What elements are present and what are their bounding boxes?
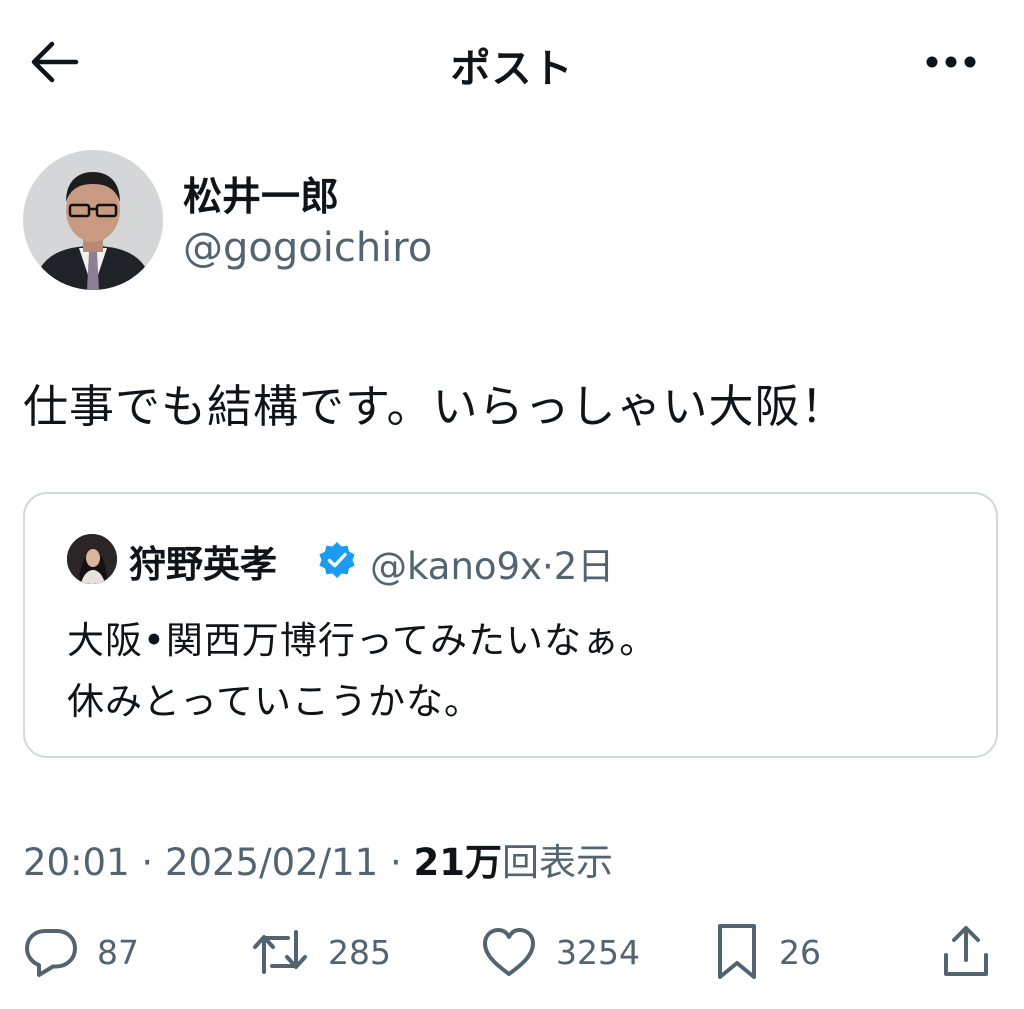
author-handle[interactable]: @gogoichiro <box>183 225 432 271</box>
post-text: 仕事でも結構です。いらっしゃい大阪！ <box>23 380 847 433</box>
quoted-display-name: 狩野英孝 <box>129 543 277 586</box>
quoted-meta: @kano9x·2日 <box>370 536 614 590</box>
top-bar: ポスト <box>0 0 1024 125</box>
more-options-button[interactable] <box>918 38 984 86</box>
like-button[interactable]: 3254 <box>480 920 640 984</box>
like-count: 3254 <box>556 932 640 972</box>
avatar[interactable] <box>23 150 163 290</box>
meta-separator: · <box>141 841 154 884</box>
post-date: 2025/02/11 <box>164 841 379 884</box>
reply-count: 87 <box>97 932 139 972</box>
quoted-text-line: 大阪•関西万博行ってみたいなぁ。 <box>67 619 658 662</box>
post-meta: 20:01 · 2025/02/11 · 21万回表示 <box>23 832 613 886</box>
post-time: 20:01 <box>23 841 130 884</box>
bookmark-button[interactable]: 26 <box>713 920 821 984</box>
quoted-time: 2日 <box>553 545 615 588</box>
page-title: ポスト <box>450 46 574 92</box>
views-label[interactable]: 回表示 <box>502 841 613 884</box>
share-button[interactable] <box>936 920 996 984</box>
quoted-avatar <box>67 534 117 584</box>
action-bar: 87 285 3254 26 <box>0 920 1024 990</box>
repost-icon <box>253 930 307 974</box>
quoted-text-line: 休みとっていこうかな。 <box>67 680 483 723</box>
quoted-post-card[interactable]: 狩野英孝 @kano9x·2日 大阪•関西万博行ってみたいなぁ。 休みとっていこ… <box>23 492 998 758</box>
bookmark-count: 26 <box>779 932 821 972</box>
bookmark-icon <box>718 924 756 979</box>
views-count[interactable]: 21万 <box>414 841 503 884</box>
quoted-separator: · <box>541 545 554 588</box>
meta-separator: · <box>389 841 402 884</box>
heart-icon <box>483 928 535 976</box>
author-display-name[interactable]: 松井一郎 <box>183 166 339 222</box>
more-horizontal-icon <box>926 56 976 68</box>
quoted-handle: @kano9x <box>370 545 542 588</box>
reply-button[interactable]: 87 <box>23 920 139 984</box>
share-icon <box>944 926 988 976</box>
verified-badge-icon <box>319 542 355 578</box>
reply-icon <box>25 929 77 977</box>
repost-count: 285 <box>328 932 391 972</box>
repost-button[interactable]: 285 <box>250 920 391 984</box>
